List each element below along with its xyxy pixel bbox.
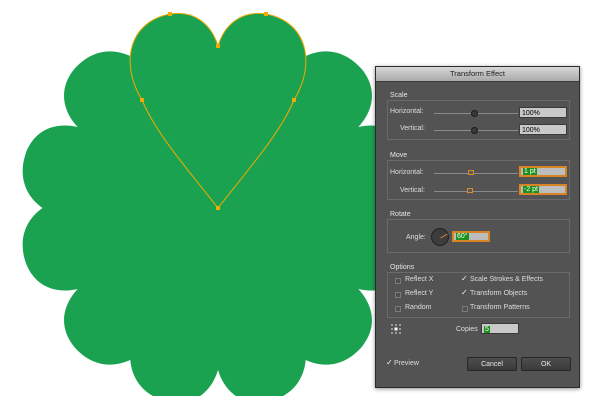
rotate-group: Angle: 60° xyxy=(387,219,570,253)
reflect-y-checkbox[interactable] xyxy=(395,292,401,298)
move-group: Horizontal: 1 pt Vertical: -2 pt xyxy=(387,160,570,200)
dialog-title: Transform Effect xyxy=(376,67,579,82)
transform-objects-checkbox[interactable]: ✓ xyxy=(461,289,468,297)
scale-horizontal-input[interactable]: 100% xyxy=(519,107,567,118)
copies-label: Copies xyxy=(456,326,478,333)
move-vertical-label: Vertical: xyxy=(400,187,425,194)
reference-point-icon[interactable] xyxy=(391,324,401,334)
move-horizontal-input[interactable]: 1 pt xyxy=(519,166,567,177)
copies-value: 5 xyxy=(484,326,490,333)
scale-vertical-slider-thumb[interactable] xyxy=(471,127,478,134)
transform-patterns-label: Transform Patterns xyxy=(470,304,530,311)
angle-dial-indicator xyxy=(440,233,448,239)
angle-dial[interactable] xyxy=(431,228,449,246)
scale-strokes-checkbox[interactable]: ✓ xyxy=(461,275,468,283)
preview-checkbox[interactable]: ✓ xyxy=(386,359,393,367)
scale-group: Horizontal: 100% Vertical: 100% xyxy=(387,100,570,140)
move-vertical-slider-thumb[interactable] xyxy=(467,188,473,193)
options-section-label: Options xyxy=(390,264,415,271)
move-vertical-input[interactable]: -2 pt xyxy=(519,184,567,195)
rotate-angle-input[interactable]: 60° xyxy=(452,231,490,242)
transform-effect-dialog: Transform Effect Scale Horizontal: 100% … xyxy=(375,66,580,388)
scale-horizontal-label: Horizontal: xyxy=(390,108,424,115)
move-vertical-slider-track[interactable] xyxy=(434,191,518,192)
anchor-point[interactable] xyxy=(216,44,220,48)
move-vertical-value: -2 pt xyxy=(523,186,540,193)
random-label: Random xyxy=(405,304,432,311)
move-horizontal-slider-thumb[interactable] xyxy=(468,170,474,175)
scale-vertical-label: Vertical: xyxy=(400,125,425,132)
scale-horizontal-slider-thumb[interactable] xyxy=(471,110,478,117)
copies-input[interactable]: 5 xyxy=(481,323,519,334)
scale-vertical-input[interactable]: 100% xyxy=(519,124,567,135)
move-horizontal-value: 1 pt xyxy=(523,168,537,175)
transform-objects-label: Transform Objects xyxy=(470,290,528,297)
preview-label: Preview xyxy=(394,360,419,367)
scale-strokes-label: Scale Strokes & Effects xyxy=(470,276,544,283)
options-group: Reflect X Reflect Y Random ✓ Scale Strok… xyxy=(387,272,570,318)
transform-patterns-checkbox[interactable] xyxy=(462,306,468,312)
reflect-x-checkbox[interactable] xyxy=(395,278,401,284)
rotate-angle-value: 60° xyxy=(456,233,469,240)
move-horizontal-label: Horizontal: xyxy=(390,169,424,176)
anchor-point[interactable] xyxy=(292,98,296,102)
rotate-section-label: Rotate xyxy=(390,211,411,218)
move-section-label: Move xyxy=(390,152,408,159)
reflect-x-label: Reflect X xyxy=(405,276,434,283)
ok-button[interactable]: OK xyxy=(521,357,571,371)
cancel-button[interactable]: Cancel xyxy=(467,357,517,371)
move-horizontal-slider-track[interactable] xyxy=(434,173,518,174)
anchor-point[interactable] xyxy=(216,206,220,210)
anchor-point[interactable] xyxy=(140,98,144,102)
scale-section-label: Scale xyxy=(390,92,408,99)
anchor-point[interactable] xyxy=(168,12,172,16)
reflect-y-label: Reflect Y xyxy=(405,290,434,297)
anchor-point[interactable] xyxy=(264,12,268,16)
rotate-angle-label: Angle: xyxy=(406,234,426,241)
random-checkbox[interactable] xyxy=(395,306,401,312)
